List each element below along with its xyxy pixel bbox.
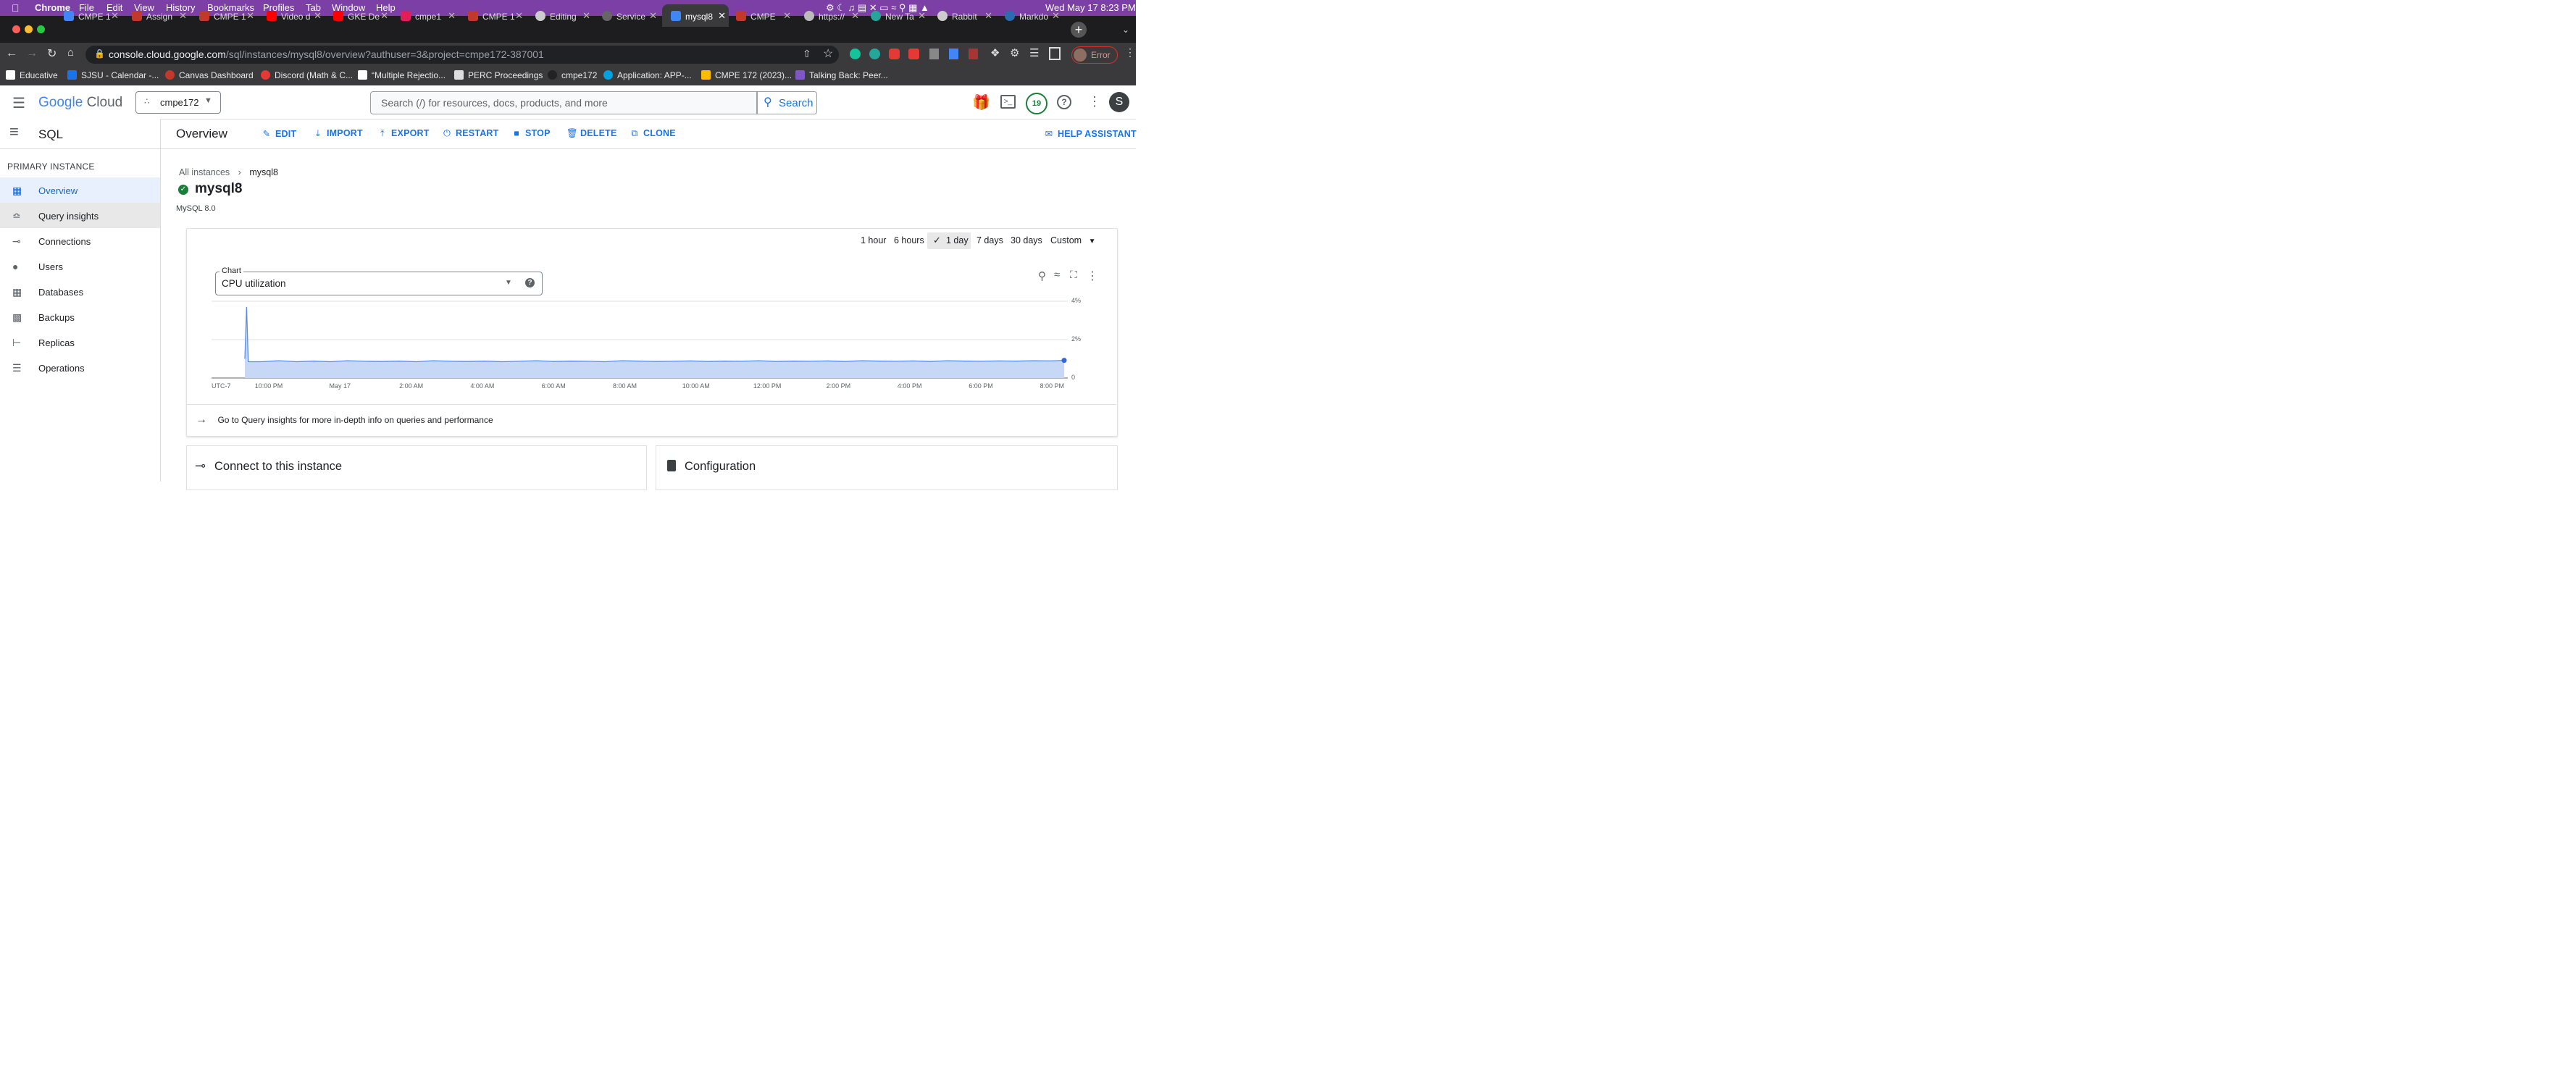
connect-card: ⊸ Connect to this instance — [186, 445, 647, 490]
arrow-right-icon: → — [196, 413, 207, 426]
x-tick-label: 6:00 AM — [541, 382, 566, 390]
y-tick-label: 2% — [1071, 335, 1082, 343]
y-tick-label: 4% — [1071, 297, 1082, 304]
x-tick-label: 8:00 PM — [1040, 382, 1065, 390]
x-tick-label: 6:00 PM — [969, 382, 993, 390]
x-tick-label: 8:00 AM — [612, 382, 637, 390]
timezone-label: UTC-7 — [212, 382, 231, 390]
x-tick-label: 10:00 PM — [254, 382, 283, 390]
cpu-line — [244, 306, 1065, 363]
latest-point[interactable] — [1061, 358, 1067, 364]
cpu-chart — [212, 301, 1068, 379]
x-tick-label: 2:00 AM — [399, 382, 424, 390]
x-tick-label: 2:00 PM — [826, 382, 851, 390]
config-doc-icon — [667, 460, 676, 471]
connect-plug-icon: ⊸ — [195, 458, 206, 473]
x-tick-label: May 17 — [329, 382, 351, 390]
configuration-card: Configuration — [656, 445, 1118, 490]
divider — [187, 404, 1116, 405]
x-tick-label: 4:00 PM — [897, 382, 922, 390]
y-tick-label: 0 — [1071, 374, 1076, 381]
x-tick-label: 10:00 AM — [682, 382, 710, 390]
x-tick-label: 12:00 PM — [753, 382, 782, 390]
query-insights-link[interactable]: → Go to Query insights for more in-depth… — [196, 413, 493, 427]
x-tick-label: 4:00 AM — [470, 382, 495, 390]
cpu-area — [245, 306, 1064, 378]
